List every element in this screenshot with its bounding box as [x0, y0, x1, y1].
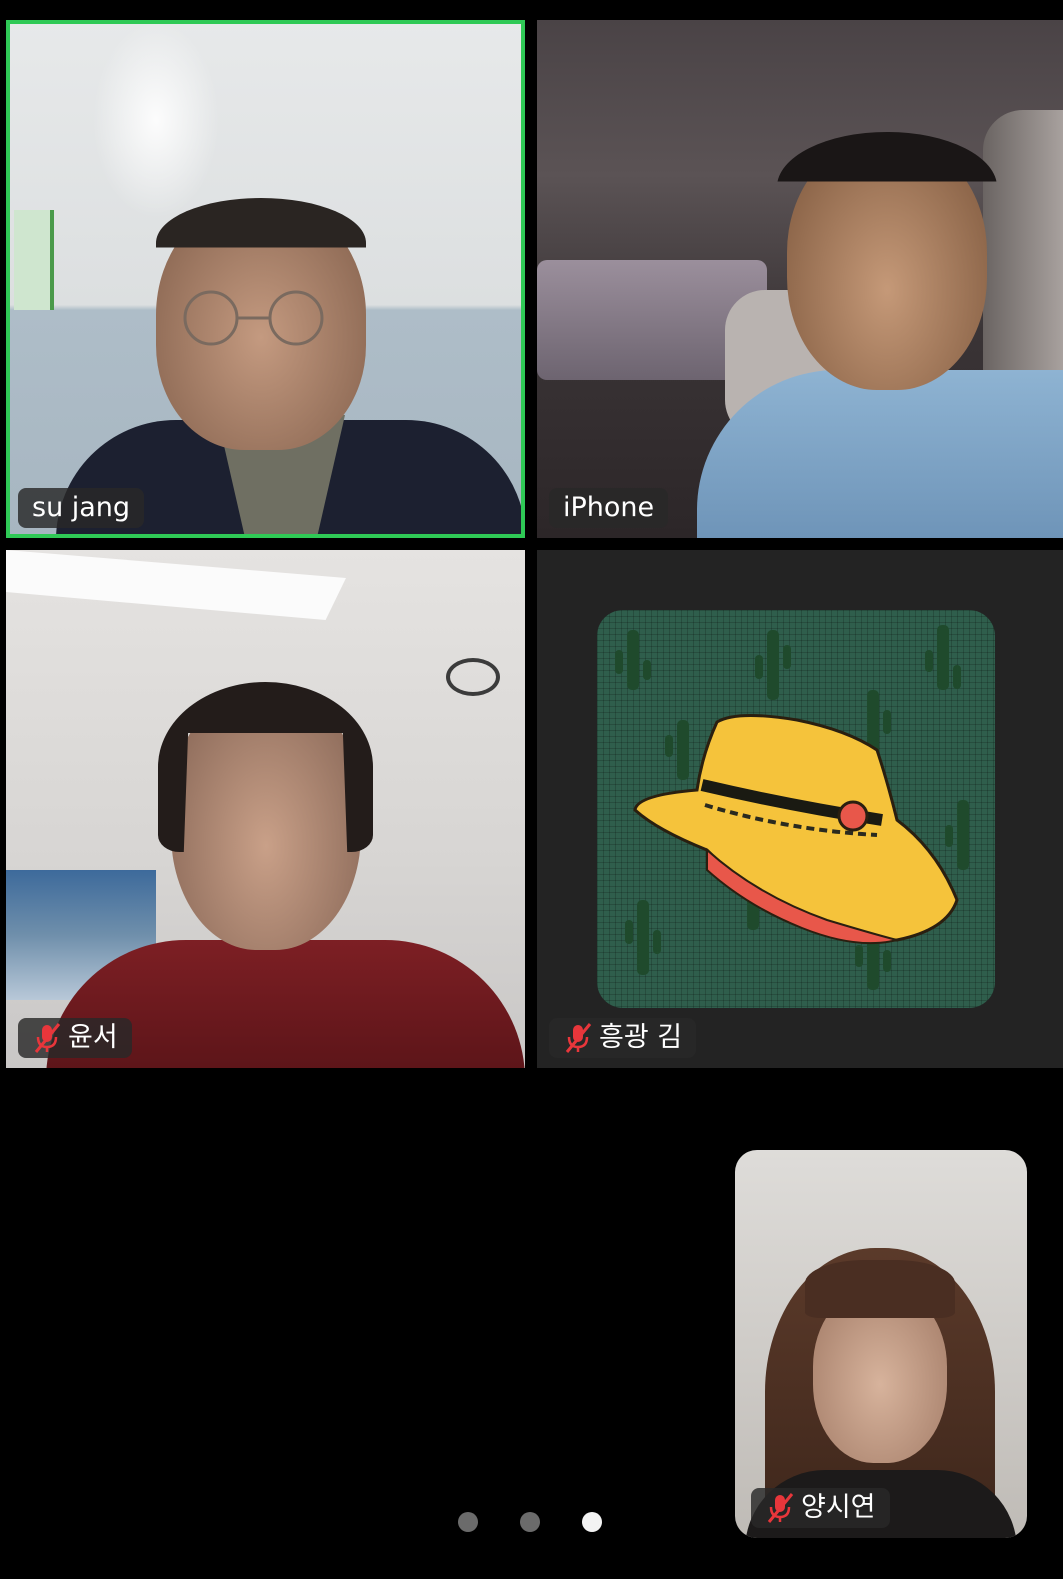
ceiling-light	[6, 550, 346, 620]
mic-muted-icon	[34, 1023, 61, 1053]
participant-name: su jang	[32, 492, 131, 523]
participant-name-tag: su jang	[18, 488, 145, 528]
video-tile-iphone[interactable]: iPhone	[537, 20, 1063, 538]
participant-name: iPhone	[563, 492, 655, 523]
ceiling-detector	[446, 658, 500, 696]
self-view-pip[interactable]: 양시연	[735, 1150, 1027, 1538]
participant-name: 흥광 김	[599, 1022, 683, 1053]
page-dot-1[interactable]	[458, 1512, 478, 1532]
video-tile-yunseo[interactable]: 윤서	[6, 550, 525, 1068]
video-tile-su-jang[interactable]: su jang	[6, 20, 525, 538]
participant-name: 양시연	[801, 1492, 876, 1523]
page-dot-3[interactable]	[582, 1512, 602, 1532]
participant-name-tag: iPhone	[549, 488, 669, 528]
participant-name-tag: 흥광 김	[549, 1018, 697, 1058]
profile-avatar	[597, 610, 995, 1008]
mic-muted-icon	[767, 1493, 794, 1523]
mic-muted-icon	[565, 1023, 592, 1053]
participant-name-tag: 양시연	[751, 1488, 890, 1528]
participant-name-tag: 윤서	[18, 1018, 132, 1058]
page-dot-2[interactable]	[520, 1512, 540, 1532]
glasses-graphic	[183, 290, 324, 346]
page-indicator	[458, 1512, 608, 1532]
participant-name: 윤서	[68, 1022, 118, 1053]
cowboy-hat-icon	[615, 625, 969, 990]
video-tile-heunggwang-kim[interactable]: 흥광 김	[537, 550, 1063, 1068]
background-wall	[14, 210, 54, 310]
